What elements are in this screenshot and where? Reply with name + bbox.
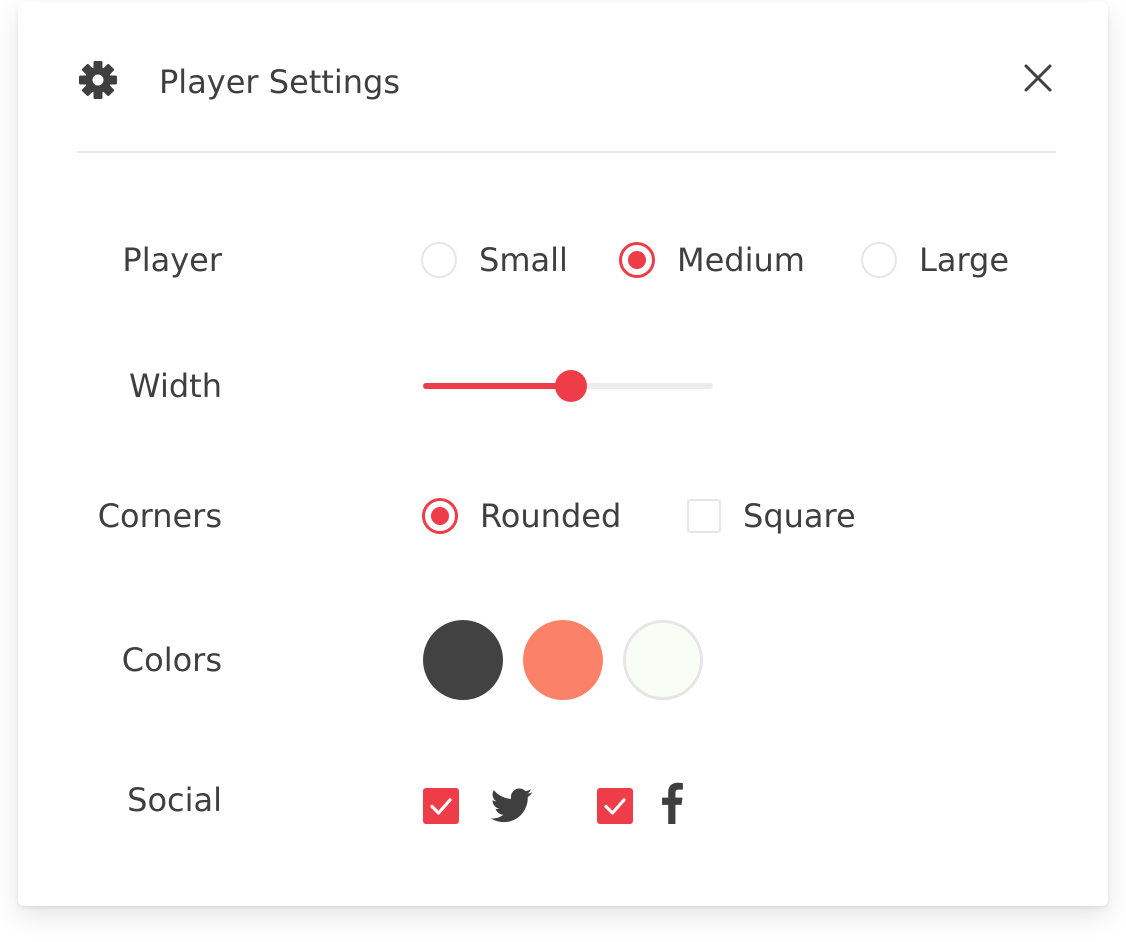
checkmark-icon — [430, 798, 452, 815]
gear-icon — [78, 60, 118, 100]
close-button[interactable] — [1020, 60, 1056, 96]
width-label: Width — [129, 367, 222, 405]
color-swatch-dark[interactable] — [423, 620, 503, 700]
player-radio-small[interactable] — [421, 242, 457, 278]
player-option-medium[interactable]: Medium — [619, 238, 805, 282]
slider-thumb[interactable] — [554, 370, 587, 402]
corners-option-rounded[interactable]: Rounded — [422, 494, 621, 538]
player-option-small[interactable]: Small — [421, 238, 568, 282]
player-option-small-label: Small — [479, 241, 568, 279]
corners-square-box[interactable] — [687, 499, 721, 533]
corners-option-square-label: Square — [743, 497, 856, 535]
checkmark-icon — [604, 798, 626, 815]
header-divider — [78, 151, 1056, 153]
corners-option-square[interactable]: Square — [687, 494, 856, 538]
corners-radio-rounded[interactable] — [422, 498, 458, 534]
player-radio-large[interactable] — [861, 242, 897, 278]
social-label: Social — [127, 781, 222, 819]
width-slider[interactable] — [423, 366, 713, 406]
player-settings-panel: Player Settings Player Small Medium Larg… — [18, 2, 1108, 906]
player-option-large-label: Large — [919, 241, 1010, 279]
color-swatch-coral[interactable] — [523, 620, 603, 700]
player-radio-medium[interactable] — [619, 242, 655, 278]
twitter-icon — [488, 784, 536, 830]
twitter-checkbox[interactable] — [423, 788, 459, 824]
colors-label: Colors — [121, 641, 222, 679]
panel-title: Player Settings — [159, 63, 400, 101]
facebook-checkbox[interactable] — [597, 788, 633, 824]
player-option-large[interactable]: Large — [861, 238, 1009, 282]
close-icon — [1024, 64, 1052, 92]
facebook-icon — [660, 782, 684, 828]
color-swatch-light[interactable] — [623, 620, 703, 700]
corners-option-rounded-label: Rounded — [480, 497, 622, 535]
slider-fill — [423, 383, 571, 389]
corners-label: Corners — [97, 497, 222, 535]
player-label: Player — [122, 241, 222, 279]
player-option-medium-label: Medium — [677, 241, 805, 279]
